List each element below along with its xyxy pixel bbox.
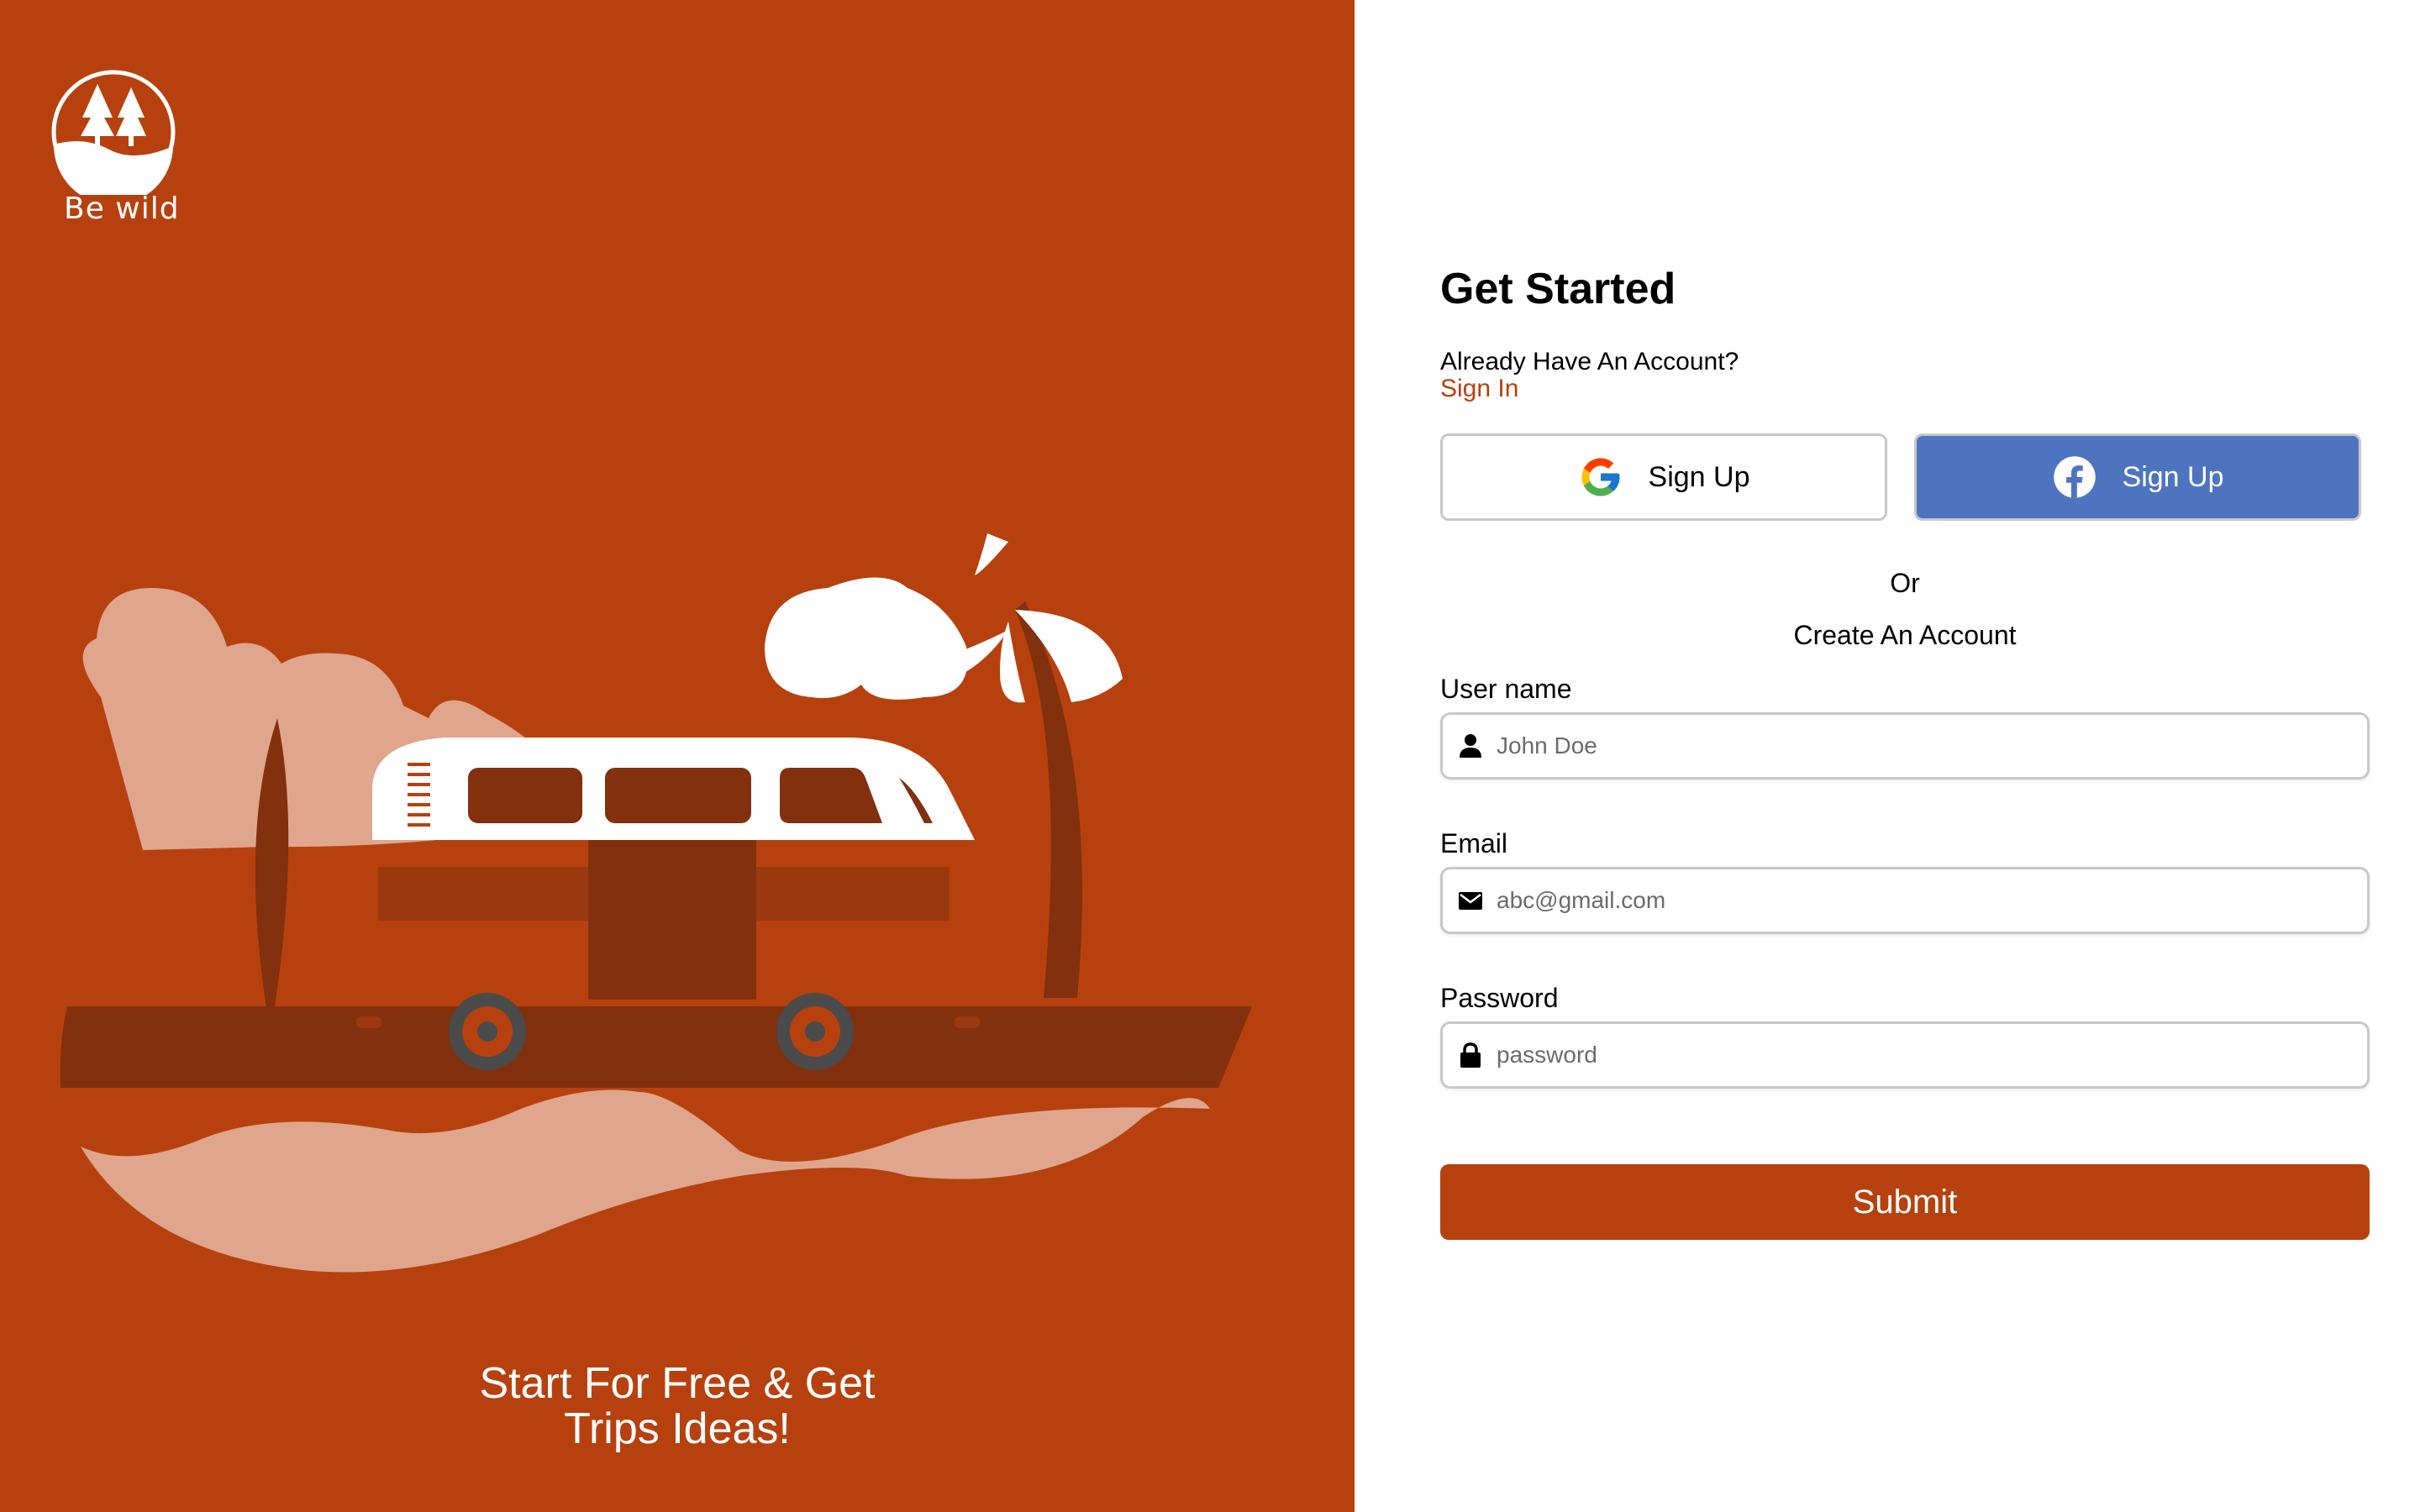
logo-text: Be wild [64, 192, 180, 226]
google-signup-label: Sign Up [1648, 460, 1750, 493]
page-title: Get Started [1440, 265, 1676, 313]
email-label: Email [1440, 828, 1508, 858]
username-input[interactable] [1497, 732, 2367, 759]
already-account-text: Already Have An Account? [1440, 348, 1739, 375]
create-account-heading: Create An Account [1793, 620, 2017, 650]
camper-van-illustration [60, 533, 1253, 1273]
password-field[interactable] [1440, 1021, 2370, 1089]
email-field[interactable] [1440, 867, 2370, 934]
username-label: User name [1440, 674, 1572, 704]
facebook-icon [2053, 456, 2096, 498]
or-divider: Or [1890, 568, 1920, 598]
google-signup-button[interactable]: Sign Up [1440, 433, 1887, 521]
logo-tree-icon [51, 70, 176, 195]
sign-in-link[interactable]: Sign In [1440, 375, 1518, 403]
hero-tagline: Start For Free & Get Trips Ideas! [0, 1361, 1355, 1452]
username-field[interactable] [1440, 712, 2370, 780]
facebook-signup-label: Sign Up [2122, 460, 2224, 493]
tagline-line-2: Trips Ideas! [564, 1404, 791, 1453]
facebook-signup-button[interactable]: Sign Up [1914, 433, 2361, 521]
password-label: Password [1440, 983, 1559, 1013]
hero-panel: Be wild Start For Free & Get Trips Ideas… [0, 0, 1355, 1512]
google-icon [1581, 458, 1620, 496]
tagline-line-1: Start For Free & Get [479, 1359, 876, 1408]
user-icon [1460, 734, 1481, 758]
signup-form: Get Started Already Have An Account? Sig… [1440, 0, 2373, 1512]
submit-button[interactable]: Submit [1440, 1164, 2370, 1240]
lock-icon [1460, 1042, 1481, 1068]
password-input[interactable] [1497, 1042, 2367, 1068]
envelope-icon [1459, 892, 1482, 910]
logo: Be wild [50, 69, 185, 228]
email-input[interactable] [1497, 887, 2367, 914]
